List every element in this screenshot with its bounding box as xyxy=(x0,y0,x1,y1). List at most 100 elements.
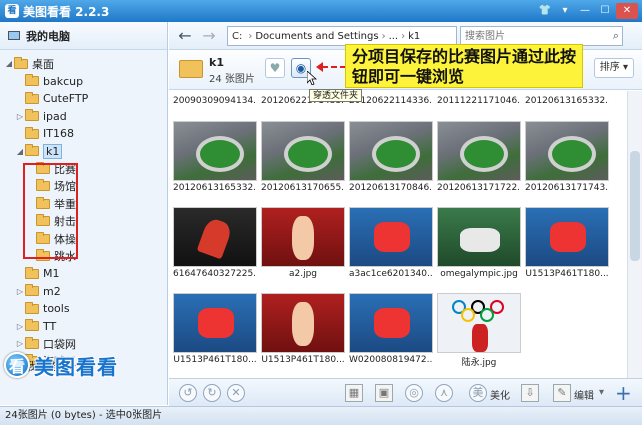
thumbnail-caption: U1513P461T180... xyxy=(261,355,345,365)
app-logo: 看 美图看看 xyxy=(4,349,164,381)
thumbnail-tile[interactable]: 20120613165332... xyxy=(525,94,609,106)
thumbnail-grid: 20090309094134... 20120622171433... 201206… xyxy=(169,91,627,378)
thumbnail-tile[interactable]: omegalympic.jpg xyxy=(437,207,521,279)
sidebar-item[interactable]: bakcup xyxy=(15,73,83,90)
thumbnail-tile[interactable]: U1513P461T180... xyxy=(261,293,345,365)
title-bar: 看 美图看看 2.2.3 👕 ▾ — ☐ ✕ xyxy=(0,0,642,22)
skin-icon[interactable]: 👕 xyxy=(536,3,554,19)
rotate-left-icon[interactable]: ↺ xyxy=(179,384,197,402)
expanded-arrow-icon[interactable]: ◢ xyxy=(4,59,14,68)
sidebar-item[interactable]: ◢ k1 xyxy=(15,143,63,160)
folder-icon xyxy=(25,91,39,104)
red-arrow-icon xyxy=(316,62,346,72)
breadcrumb-documents[interactable]: Documents and Settings xyxy=(255,31,378,42)
sidebar-item[interactable]: ◢ 桌面 xyxy=(4,55,54,72)
scrollbar-thumb[interactable] xyxy=(630,151,640,261)
thumbnail-image[interactable] xyxy=(173,121,257,181)
address-bar[interactable]: C: › Documents and Settings › ... › k1 xyxy=(227,26,457,46)
beautify-label[interactable]: 美化 xyxy=(490,387,510,402)
edit-icon[interactable]: ✎ xyxy=(553,384,571,402)
collapsed-arrow-icon[interactable]: ▷ xyxy=(15,322,25,331)
sidebar-item[interactable]: CuteFTP xyxy=(15,90,88,107)
search-box[interactable]: ⌕ xyxy=(460,26,623,46)
wallpaper-icon[interactable]: ▦ xyxy=(345,384,363,402)
thumbnail-tile[interactable]: 20090309094134... xyxy=(173,94,257,106)
sort-button[interactable]: 排序 ▾ xyxy=(593,58,634,78)
thumbnail-image[interactable] xyxy=(437,293,521,353)
sidebar-root[interactable]: 我的电脑 xyxy=(0,22,167,50)
collapsed-arrow-icon[interactable]: ▷ xyxy=(15,287,25,296)
thumbnail-tile[interactable]: 20111221171046... xyxy=(437,94,521,106)
thumbnail-image[interactable] xyxy=(261,121,345,181)
scrollbar[interactable] xyxy=(627,91,642,378)
sidebar-item[interactable]: M1 xyxy=(15,265,60,282)
collapsed-arrow-icon[interactable]: ▷ xyxy=(15,339,25,348)
close-icon[interactable]: ✕ xyxy=(616,3,638,19)
collapsed-arrow-icon[interactable]: ▷ xyxy=(15,112,25,121)
thumbnail-tile[interactable]: 20120613171722... xyxy=(437,121,521,193)
export-icon[interactable]: ⇩ xyxy=(521,384,539,402)
thumbnail-tile[interactable]: U1513P461T180... xyxy=(525,207,609,279)
folder-icon xyxy=(25,144,39,156)
minimize-icon[interactable]: — xyxy=(576,3,594,19)
sidebar-item-label: TT xyxy=(43,319,57,333)
thumbnail-image[interactable] xyxy=(173,293,257,353)
share-icon[interactable]: ⋏ xyxy=(435,384,453,402)
slideshow-icon[interactable]: ▣ xyxy=(375,384,393,402)
sidebar-item[interactable]: tools xyxy=(15,300,70,317)
thumbnail-image[interactable] xyxy=(437,121,521,181)
sidebar-item-label: ipad xyxy=(43,109,67,123)
edit-dropdown-icon[interactable]: ▾ xyxy=(599,387,604,398)
arrow-left-icon[interactable]: ← xyxy=(175,26,195,46)
arrow-right-icon[interactable]: → xyxy=(199,26,219,46)
thumbnail-tile[interactable]: U1513P461T180... xyxy=(173,293,257,365)
logo-icon: 看 xyxy=(4,352,30,378)
logo-text: 美图看看 xyxy=(34,354,118,379)
beautify-icon[interactable]: 美 xyxy=(469,384,487,402)
thumbnail-tile[interactable]: 61647640327225... xyxy=(173,207,257,279)
thumbnail-tile[interactable]: a2.jpg xyxy=(261,207,345,279)
sidebar-item[interactable]: ▷ ipad xyxy=(15,108,67,125)
thumbnail-tile[interactable]: W020080819472... xyxy=(349,293,433,365)
window-title: 美图看看 2.2.3 xyxy=(23,4,110,19)
edit-label[interactable]: 编辑 xyxy=(574,387,594,402)
sidebar-item[interactable]: IT168 xyxy=(15,125,74,142)
mouse-cursor-icon xyxy=(307,71,317,85)
thumbnail-tile[interactable]: 20120613165332... xyxy=(173,121,257,193)
search-icon[interactable]: ⌕ xyxy=(613,29,619,43)
breadcrumb-current[interactable]: k1 xyxy=(408,31,420,42)
thumbnail-tile[interactable]: 20120613171743... xyxy=(525,121,609,193)
thumbnail-image[interactable] xyxy=(525,121,609,181)
thumbnail-tile[interactable]: 20120613170846... xyxy=(349,121,433,193)
thumbnail-image[interactable] xyxy=(349,207,433,267)
sidebar-item-label: k1 xyxy=(43,143,63,159)
maximize-icon[interactable]: ☐ xyxy=(596,3,614,19)
search-input[interactable] xyxy=(461,27,601,45)
expanded-arrow-icon[interactable]: ◢ xyxy=(15,147,25,156)
thumbnail-image[interactable] xyxy=(261,293,345,353)
thumbnail-image[interactable] xyxy=(525,207,609,267)
rotate-right-icon[interactable]: ↻ xyxy=(203,384,221,402)
sidebar-item-label: M1 xyxy=(43,267,60,280)
thumbnail-tile[interactable]: 陆永.jpg xyxy=(437,293,521,368)
sidebar-item[interactable]: ▷ TT xyxy=(15,318,56,335)
thumbnail-caption: 20120613170655... xyxy=(261,183,345,193)
sidebar-item-label: tools xyxy=(43,302,70,315)
thumbnail-caption: 陆永.jpg xyxy=(461,358,497,368)
status-bar: 24张图片 (0 bytes) - 选中0张图片 xyxy=(0,406,642,425)
meitu-icon: 看 xyxy=(5,4,19,18)
favorite-heart-icon[interactable]: ♥ xyxy=(265,58,285,78)
weibo-icon[interactable]: ◎ xyxy=(405,384,423,402)
menu-icon[interactable]: ▾ xyxy=(556,3,574,19)
add-icon[interactable]: + xyxy=(615,381,632,405)
delete-icon[interactable]: ✕ xyxy=(227,384,245,402)
thumbnail-image[interactable] xyxy=(261,207,345,267)
thumbnail-image[interactable] xyxy=(437,207,521,267)
thumbnail-tile[interactable]: a3ac1ce6201340... xyxy=(349,207,433,279)
thumbnail-tile[interactable]: 20120613170655... xyxy=(261,121,345,193)
thumbnail-image[interactable] xyxy=(349,293,433,353)
thumbnail-image[interactable] xyxy=(349,121,433,181)
sidebar-item[interactable]: ▷ m2 xyxy=(15,283,61,300)
thumbnail-image[interactable] xyxy=(173,207,257,267)
breadcrumb-ellipsis[interactable]: ... xyxy=(389,31,399,42)
